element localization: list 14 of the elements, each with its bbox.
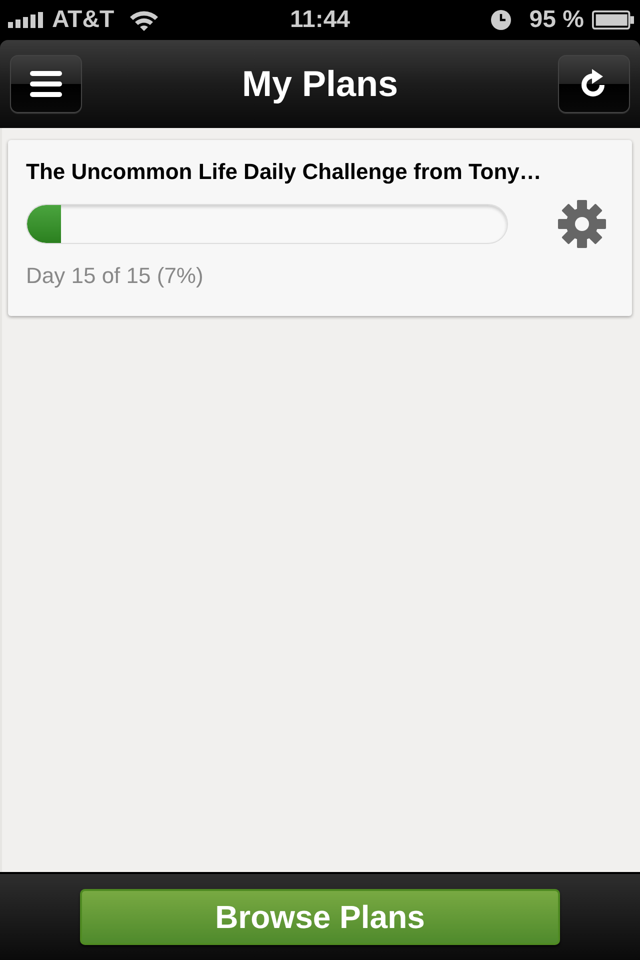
battery-icon xyxy=(592,10,634,30)
signal-icon xyxy=(8,12,44,28)
plan-card[interactable]: The Uncommon Life Daily Challenge from Tony… Day 15 of 15 (7%) xyxy=(8,140,632,316)
refresh-button[interactable] xyxy=(558,55,630,113)
battery-percent: 95 % xyxy=(529,6,584,34)
menu-icon xyxy=(30,71,62,97)
clock-time: 11:44 xyxy=(290,6,350,34)
gear-icon[interactable] xyxy=(558,200,606,248)
progress-text: Day 15 of 15 (7%) xyxy=(26,262,204,290)
clock-icon xyxy=(491,10,512,30)
carrier-name: AT&T xyxy=(52,6,114,34)
screen-title: My Plans xyxy=(242,63,398,105)
menu-button[interactable] xyxy=(10,55,82,113)
plan-title: The Uncommon Life Daily Challenge from Tony… xyxy=(26,158,542,186)
